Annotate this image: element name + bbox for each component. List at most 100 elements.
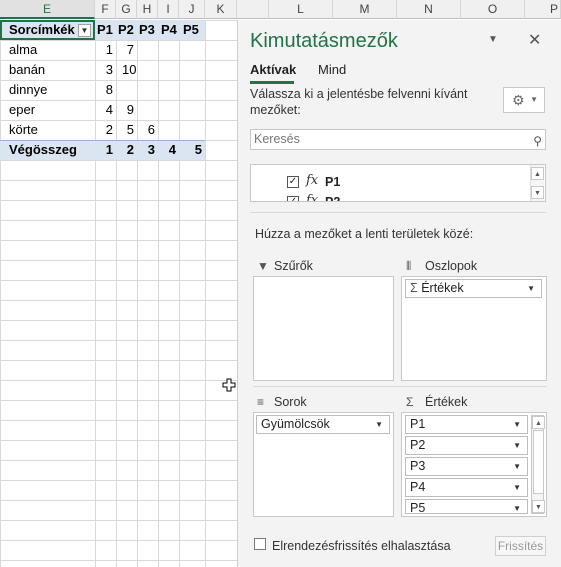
value-cell[interactable]: 9 (116, 100, 137, 120)
column-header-j[interactable]: J (179, 0, 205, 19)
field-list-scrollbar[interactable]: ▲ ▼ (530, 165, 544, 201)
grand-total-value[interactable]: 4 (158, 140, 179, 160)
value-cell[interactable]: 4 (95, 100, 116, 120)
rows-item-fruits[interactable]: Gyümölcsök ▼ (256, 415, 390, 434)
column-header-k2[interactable] (237, 0, 269, 19)
search-input[interactable]: Keresés ⚲ (250, 129, 546, 150)
divider (250, 212, 546, 213)
pivot-col-header: P2 (118, 22, 134, 37)
column-header-m[interactable]: M (333, 0, 397, 19)
grid-line (179, 20, 180, 567)
values-area-label: Értékek (425, 395, 468, 409)
chevron-down-icon[interactable]: ▼ (513, 437, 521, 454)
chevron-down-icon[interactable]: ▼ (375, 416, 383, 433)
column-header-n[interactable]: N (397, 0, 461, 19)
drag-fields-hint: Húzza a mezőket a lenti területek közé: (255, 227, 474, 241)
defer-update-label: Elrendezésfrissítés elhalasztása (272, 539, 451, 553)
defer-update-checkbox[interactable] (254, 538, 266, 550)
grand-total-value[interactable]: 2 (116, 140, 137, 160)
chevron-down-icon: ▼ (530, 95, 538, 104)
scroll-down-icon[interactable]: ▼ (531, 186, 544, 199)
column-header-g[interactable]: G (116, 0, 137, 19)
field-checkbox[interactable]: ✓ (287, 176, 299, 188)
tab-active[interactable]: Aktívak (250, 62, 296, 77)
row-label[interactable]: eper (9, 100, 35, 120)
scroll-down-icon[interactable]: ▼ (532, 500, 545, 513)
value-cell[interactable]: 10 (122, 60, 136, 80)
values-scrollbar[interactable]: ▲ ▼ (531, 415, 545, 514)
values-item[interactable]: P3 ▼ (405, 457, 528, 476)
chip-label: P3 (410, 459, 426, 473)
grid-line (137, 20, 138, 567)
column-header-k[interactable]: K (205, 0, 237, 19)
chevron-down-icon[interactable]: ▼ (513, 500, 521, 513)
tab-all[interactable]: Mind (318, 62, 346, 77)
column-header-l[interactable]: L (269, 0, 333, 19)
row-label[interactable]: dinnye (9, 80, 47, 100)
sigma-icon: Σ (406, 395, 414, 409)
chip-label: P2 (410, 438, 426, 452)
chevron-down-icon[interactable]: ▼ (513, 416, 521, 433)
chevron-down-icon[interactable]: ▼ (527, 280, 535, 297)
field-label[interactable]: P2 (325, 195, 340, 201)
sigma-icon: Σ (410, 281, 422, 295)
values-item[interactable]: P2 ▼ (405, 436, 528, 455)
value-cell[interactable]: 6 (137, 120, 158, 140)
search-icon[interactable]: ⚲ (533, 132, 542, 151)
column-header-e[interactable]: E (0, 0, 95, 19)
filter-icon: ▼ (257, 259, 269, 273)
values-item[interactable]: P4 ▼ (405, 478, 528, 497)
spreadsheet: E F G H I J K Sorcímkék ▼ P1 P2 P3 P4 P5… (0, 0, 237, 567)
grand-total-label[interactable]: Végösszeg (9, 140, 77, 160)
pivot-col-header: P1 (97, 22, 113, 37)
row-labels-filter-button[interactable]: ▼ (78, 24, 91, 37)
column-header-f[interactable]: F (95, 0, 116, 19)
pivot-col-header: P3 (139, 22, 155, 37)
values-item[interactable]: P1 ▼ (405, 415, 528, 434)
value-cell[interactable]: 5 (116, 120, 137, 140)
value-cell[interactable]: 8 (95, 80, 116, 100)
pivot-col-header: P4 (161, 22, 177, 37)
pivot-col-header: P5 (183, 22, 199, 37)
row-label[interactable]: banán (9, 60, 45, 80)
columns-item-values[interactable]: Σ Értékek ▼ (405, 279, 542, 298)
grid-line (205, 20, 206, 567)
values-item[interactable]: P5 ▼ (405, 499, 528, 514)
column-header-p[interactable]: P (525, 0, 561, 19)
row-label[interactable]: alma (9, 40, 37, 60)
divider (253, 386, 547, 387)
column-header-i[interactable]: I (158, 0, 179, 19)
column-header-h[interactable]: H (137, 0, 158, 19)
tools-button[interactable]: ⚙ ▼ (503, 87, 545, 113)
grand-total-value[interactable]: 3 (137, 140, 158, 160)
scroll-up-icon[interactable]: ▲ (532, 416, 545, 429)
grand-total-value[interactable]: 1 (95, 140, 116, 160)
column-header-o[interactable]: O (461, 0, 525, 19)
value-cell[interactable]: 1 (95, 40, 116, 60)
row-labels-header[interactable]: Sorcímkék (9, 20, 75, 40)
chevron-down-icon[interactable]: ▼ (513, 479, 521, 496)
update-button[interactable]: Frissítés (495, 536, 546, 556)
field-list[interactable]: ✓ fx P1 ✓ fx P2 ▲ ▼ (250, 164, 546, 202)
pane-options-icon[interactable]: ▼ (488, 34, 498, 45)
move-cursor-icon (222, 378, 236, 392)
grand-total-value[interactable]: 5 (179, 140, 205, 160)
search-placeholder: Keresés (254, 132, 300, 146)
value-cell[interactable]: 7 (116, 40, 137, 60)
value-cell[interactable]: 2 (95, 120, 116, 140)
chip-label: P4 (410, 480, 426, 494)
scroll-thumb[interactable] (533, 430, 544, 494)
gear-icon: ⚙ (512, 92, 525, 108)
columns-icon: ⦀ (406, 259, 412, 273)
chip-label: Gyümölcsök (261, 417, 330, 431)
value-cell[interactable]: 3 (95, 60, 116, 80)
field-checkbox[interactable]: ✓ (287, 196, 299, 201)
filters-drop-area[interactable] (253, 276, 394, 381)
close-icon[interactable]: ✕ (528, 30, 541, 50)
chevron-down-icon[interactable]: ▼ (513, 458, 521, 475)
calculated-field-icon: fx (306, 193, 319, 202)
row-label[interactable]: körte (9, 120, 38, 140)
scroll-up-icon[interactable]: ▲ (531, 167, 544, 180)
filters-area-label: Szűrők (274, 259, 313, 273)
field-label[interactable]: P1 (325, 175, 340, 189)
